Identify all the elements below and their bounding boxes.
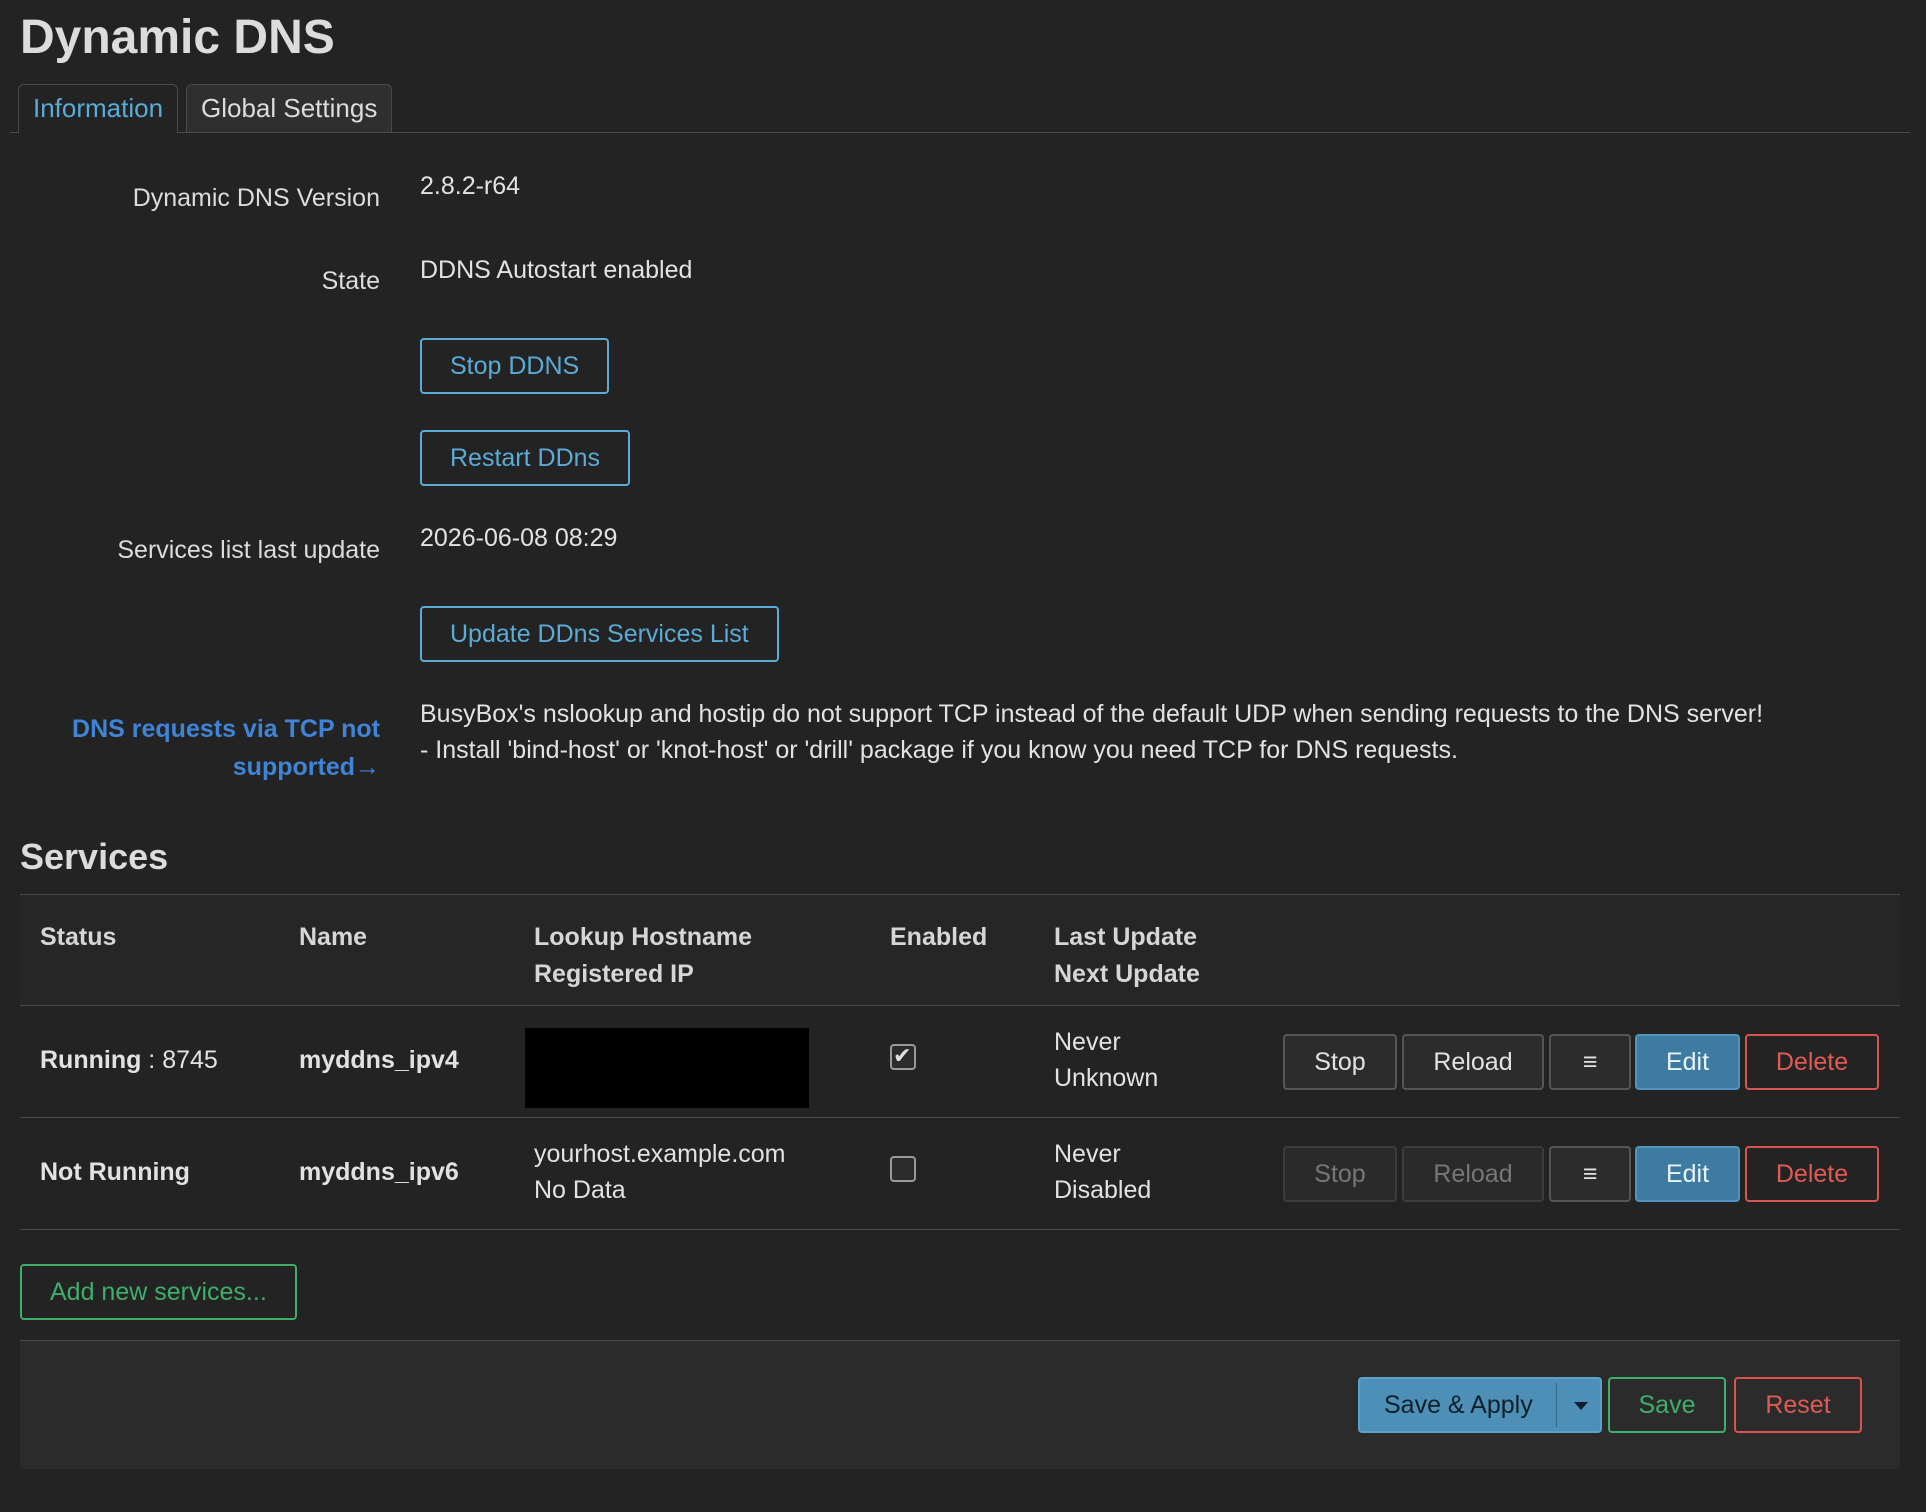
save-apply-label: Save & Apply: [1384, 1391, 1533, 1419]
edit-button[interactable]: Edit: [1635, 1146, 1740, 1202]
save-apply-button[interactable]: Save & Apply: [1358, 1377, 1602, 1433]
edit-button[interactable]: Edit: [1635, 1034, 1740, 1090]
menu-icon[interactable]: ≡: [1549, 1146, 1631, 1202]
row-status: Running : 8745: [40, 1042, 218, 1078]
status-text: Not Running: [40, 1158, 190, 1186]
update-services-list-button[interactable]: Update DDns Services List: [420, 606, 779, 662]
page: Dynamic DNS Information Global Settings …: [0, 0, 1926, 1512]
table-row: Running : 8745 myddns_ipv4 ✔ Never Unkno…: [20, 1006, 1900, 1118]
save-apply-separator: [1556, 1383, 1557, 1427]
tcp-warning-link[interactable]: DNS requests via TCP not supported→: [20, 710, 380, 786]
tab-information[interactable]: Information: [18, 84, 179, 133]
caret-down-icon[interactable]: [1574, 1402, 1588, 1410]
col-name: Name: [299, 923, 368, 951]
status-text: Running: [40, 1046, 142, 1074]
col-enabled: Enabled: [890, 923, 988, 951]
checkmark-icon: ✔: [893, 1043, 912, 1068]
reload-button[interactable]: Reload: [1402, 1034, 1544, 1090]
delete-button[interactable]: Delete: [1745, 1034, 1879, 1090]
tab-bar: Information Global Settings: [10, 84, 1910, 133]
menu-icon[interactable]: ≡: [1549, 1034, 1631, 1090]
footer-bar: Save & Apply Save Reset: [20, 1340, 1900, 1469]
services-update-label: Services list last update: [117, 536, 380, 564]
tcp-warning-line-2: - Install 'bind-host' or 'knot-host' or …: [420, 736, 1458, 764]
enabled-checkbox[interactable]: ✔: [890, 1043, 916, 1070]
col-registered-ip: Registered IP: [534, 960, 694, 988]
last-update: Never: [1054, 1140, 1121, 1168]
version-value: 2.8.2-r64: [420, 172, 521, 200]
service-name: myddns_ipv6: [299, 1158, 459, 1186]
col-update: Last Update Next Update: [1054, 919, 1200, 993]
redacted-block: [525, 1028, 809, 1108]
table-header: Status Name Lookup Hostname Registered I…: [20, 894, 1900, 1006]
col-next-update: Next Update: [1054, 960, 1200, 988]
state-label: State: [321, 267, 380, 295]
services-table: Status Name Lookup Hostname Registered I…: [20, 894, 1900, 1230]
col-lookup: Lookup Hostname Registered IP: [534, 919, 752, 993]
last-update: Never: [1054, 1028, 1121, 1056]
service-name: myddns_ipv4: [299, 1046, 459, 1074]
add-new-services-button[interactable]: Add new services...: [20, 1264, 297, 1320]
stop-button[interactable]: Stop: [1283, 1034, 1397, 1090]
row-lookup: yourhost.example.com No Data: [534, 1136, 786, 1208]
restart-ddns-button[interactable]: Restart DDns: [420, 430, 631, 486]
delete-button[interactable]: Delete: [1745, 1146, 1879, 1202]
state-value: DDNS Autostart enabled: [420, 256, 693, 284]
tcp-warning-line-1: BusyBox's nslookup and hostip do not sup…: [420, 700, 1764, 728]
col-last-update: Last Update: [1054, 923, 1198, 951]
stop-ddns-button[interactable]: Stop DDNS: [420, 338, 610, 394]
row-updates: Never Disabled: [1054, 1136, 1151, 1208]
tcp-warning-text: BusyBox's nslookup and hostip do not sup…: [420, 696, 1880, 768]
next-update: Unknown: [1054, 1064, 1159, 1092]
reset-button[interactable]: Reset: [1734, 1377, 1862, 1433]
page-title: Dynamic DNS: [20, 11, 335, 64]
reload-button[interactable]: Reload: [1402, 1146, 1544, 1202]
row-updates: Never Unknown: [1054, 1024, 1158, 1096]
tab-global-settings[interactable]: Global Settings: [186, 84, 393, 132]
enabled-checkbox[interactable]: [890, 1156, 916, 1182]
services-title: Services: [20, 836, 169, 877]
col-lookup-hostname: Lookup Hostname: [534, 923, 753, 951]
services-update-value: 2026-06-08 08:29: [420, 524, 618, 552]
lookup-hostname: yourhost.example.com: [534, 1140, 786, 1168]
registered-ip: No Data: [534, 1176, 626, 1204]
table-row: Not Running myddns_ipv6 yourhost.example…: [20, 1118, 1900, 1230]
status-pid: : 8745: [141, 1046, 218, 1074]
col-status: Status: [40, 923, 117, 951]
next-update: Disabled: [1054, 1176, 1152, 1204]
version-label: Dynamic DNS Version: [132, 184, 380, 212]
save-button[interactable]: Save: [1608, 1377, 1726, 1433]
stop-button[interactable]: Stop: [1283, 1146, 1397, 1202]
